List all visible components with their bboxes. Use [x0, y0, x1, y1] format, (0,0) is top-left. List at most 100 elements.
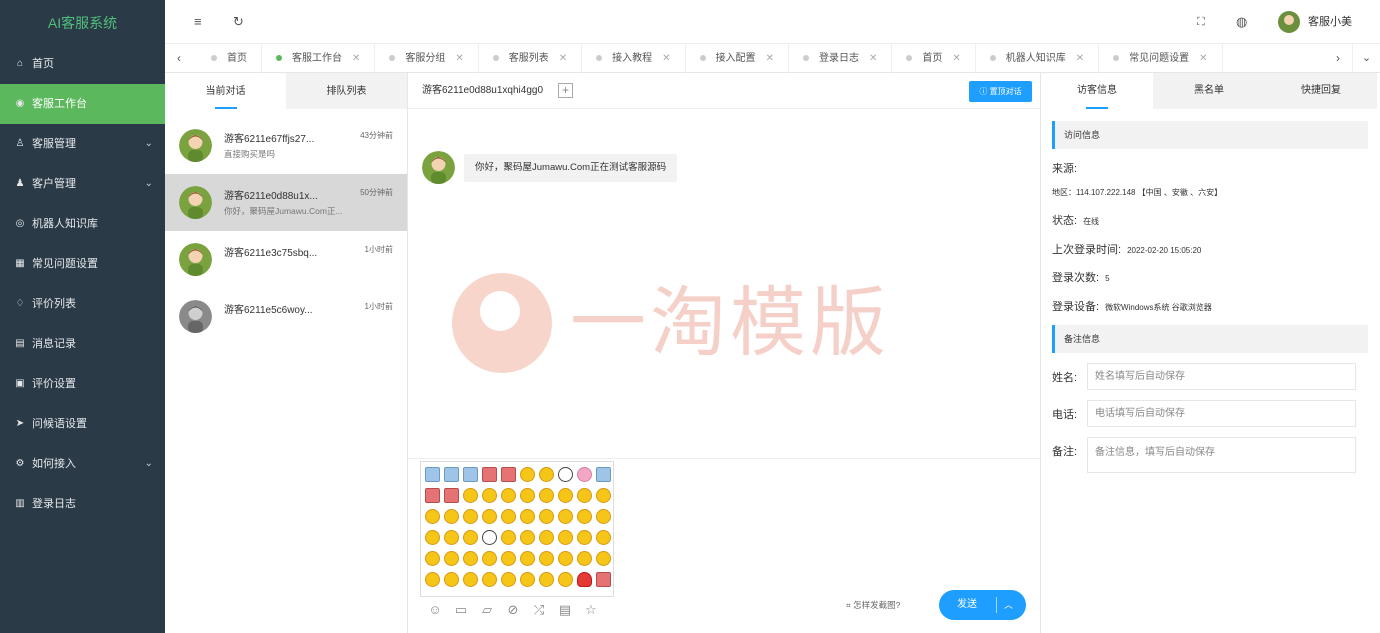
menu-toggle-icon[interactable]: ≡ — [194, 0, 202, 44]
emoji-icon[interactable] — [423, 464, 442, 485]
sidebar-item[interactable]: ▣ 评价设置 — [0, 364, 165, 404]
close-icon[interactable]: ✕ — [559, 53, 567, 64]
emoji-icon[interactable] — [556, 485, 575, 506]
emoji-icon[interactable] — [556, 527, 575, 548]
emoji-icon[interactable] — [461, 569, 480, 590]
sidebar-item[interactable]: ◎ 机器人知识库 — [0, 204, 165, 244]
emoji-icon[interactable] — [537, 548, 556, 569]
emoji-icon[interactable] — [518, 569, 537, 590]
emoji-icon[interactable] — [423, 569, 442, 590]
conversation-item[interactable]: 游客6211e0d88u1x... 50分钟前 你好，聚码屋Jumawu.Com… — [165, 174, 407, 231]
emoji-icon[interactable] — [518, 506, 537, 527]
tab-current-conversations[interactable]: 当前对话 — [165, 73, 286, 109]
emoji-icon[interactable] — [537, 464, 556, 485]
send-button[interactable]: 发送 ︿ — [939, 590, 1026, 620]
close-icon[interactable]: ✕ — [766, 53, 774, 64]
emoji-icon[interactable] — [442, 506, 461, 527]
emoji-icon[interactable] — [499, 485, 518, 506]
screenshot-hint[interactable]: ⌗ 怎样发截图? — [846, 598, 900, 612]
emoji-icon[interactable] — [594, 506, 613, 527]
sidebar-item[interactable]: ➤ 问候语设置 — [0, 404, 165, 444]
emoji-icon[interactable] — [461, 506, 480, 527]
emoji-icon[interactable] — [518, 548, 537, 569]
emoji-icon[interactable] — [423, 506, 442, 527]
sidebar-item[interactable]: ⌂ 首页 — [0, 44, 165, 84]
sidebar-item[interactable]: ▥ 登录日志 — [0, 484, 165, 524]
tab-dropdown-icon[interactable]: ⌄ — [1352, 44, 1380, 73]
emoji-icon[interactable] — [461, 527, 480, 548]
sidebar-item[interactable]: ♢ 评价列表 — [0, 284, 165, 324]
emoji-icon[interactable] — [461, 485, 480, 506]
tab-quick-reply[interactable]: 快捷回复 — [1265, 73, 1377, 109]
emoji-icon[interactable] — [480, 485, 499, 506]
emoji-icon[interactable] — [537, 527, 556, 548]
emoji-icon[interactable] — [499, 548, 518, 569]
refresh-icon[interactable]: ↻ — [233, 0, 244, 44]
emoji-icon[interactable] — [556, 569, 575, 590]
close-icon[interactable]: ✕ — [1076, 53, 1084, 64]
emoji-icon[interactable]: ☺ — [422, 601, 448, 619]
user-menu[interactable]: 客服小美 — [1278, 10, 1352, 34]
emoji-icon[interactable] — [537, 569, 556, 590]
emoji-icon[interactable] — [594, 527, 613, 548]
emoji-icon[interactable] — [480, 548, 499, 569]
star-icon[interactable]: ☆ — [578, 601, 604, 619]
emoji-icon[interactable] — [575, 464, 594, 485]
sidebar-item[interactable]: ♟ 客户管理 ⌄ — [0, 164, 165, 204]
emoji-icon[interactable] — [575, 548, 594, 569]
conversation-item[interactable]: 游客6211e5c6woy... 1小时前 — [165, 288, 407, 345]
close-icon[interactable]: ✕ — [869, 53, 877, 64]
emoji-icon[interactable] — [442, 485, 461, 506]
page-tab[interactable]: 接入教程 ✕ — [582, 44, 686, 73]
emoji-icon[interactable] — [442, 548, 461, 569]
tab-queue-list[interactable]: 排队列表 — [286, 73, 407, 109]
emoji-icon[interactable] — [480, 569, 499, 590]
fullscreen-icon[interactable]: ⛶ — [1197, 0, 1205, 44]
transfer-icon[interactable]: ⤮ — [526, 601, 552, 619]
emoji-icon[interactable] — [518, 527, 537, 548]
tab-visitor-info[interactable]: 访客信息 — [1041, 73, 1153, 109]
close-icon[interactable]: ✕ — [952, 53, 960, 64]
emoji-icon[interactable] — [480, 527, 499, 548]
emoji-icon[interactable] — [442, 527, 461, 548]
emoji-icon[interactable] — [556, 464, 575, 485]
emoji-icon[interactable] — [499, 506, 518, 527]
emoji-icon[interactable] — [480, 506, 499, 527]
globe-icon[interactable]: ◍ — [1236, 0, 1247, 44]
emoji-icon[interactable] — [518, 485, 537, 506]
emoji-icon[interactable] — [575, 527, 594, 548]
conversation-item[interactable]: 游客6211e3c75sbq... 1小时前 — [165, 231, 407, 288]
emoji-icon[interactable] — [537, 506, 556, 527]
page-tab[interactable]: 接入配置 ✕ — [686, 44, 789, 73]
page-tab[interactable]: 登录日志 ✕ — [789, 44, 893, 73]
close-icon[interactable]: ✕ — [352, 53, 360, 64]
evaluation-icon[interactable]: ▤ — [552, 601, 578, 619]
sidebar-item[interactable]: ♙ 客服管理 ⌄ — [0, 124, 165, 164]
emoji-icon[interactable] — [499, 527, 518, 548]
tab-scroll-left-icon[interactable]: ‹ — [165, 44, 193, 73]
emoji-icon[interactable] — [594, 464, 613, 485]
conversation-item[interactable]: 游客6211e67ffjs27... 43分钟前 直接购买是吗 — [165, 117, 407, 174]
page-tab[interactable]: 首页 ✕ — [892, 44, 976, 73]
emoji-icon[interactable] — [518, 464, 537, 485]
remark-input[interactable] — [1087, 437, 1356, 473]
emoji-icon[interactable] — [556, 548, 575, 569]
tab-scroll-right-icon[interactable]: › — [1324, 44, 1352, 73]
emoji-icon[interactable] — [556, 506, 575, 527]
emoji-icon[interactable] — [442, 464, 461, 485]
emoji-icon[interactable] — [423, 485, 442, 506]
emoji-icon[interactable] — [594, 485, 613, 506]
emoji-icon[interactable] — [575, 485, 594, 506]
sidebar-item[interactable]: ▤ 消息记录 — [0, 324, 165, 364]
emoji-icon[interactable] — [480, 464, 499, 485]
page-tab[interactable]: 客服分组 ✕ — [375, 44, 479, 73]
emoji-icon[interactable] — [575, 569, 594, 590]
sidebar-item[interactable]: ▦ 常见问题设置 — [0, 244, 165, 284]
chevron-up-icon[interactable]: ︿ — [1004, 590, 1013, 620]
tab-blacklist[interactable]: 黑名单 — [1153, 73, 1265, 109]
folder-icon[interactable]: ▱ — [474, 601, 500, 619]
pin-conversation-button[interactable]: ⓘ 置顶对话 — [969, 81, 1032, 102]
emoji-icon[interactable] — [594, 569, 613, 590]
emoji-icon[interactable] — [461, 464, 480, 485]
emoji-icon[interactable] — [594, 548, 613, 569]
